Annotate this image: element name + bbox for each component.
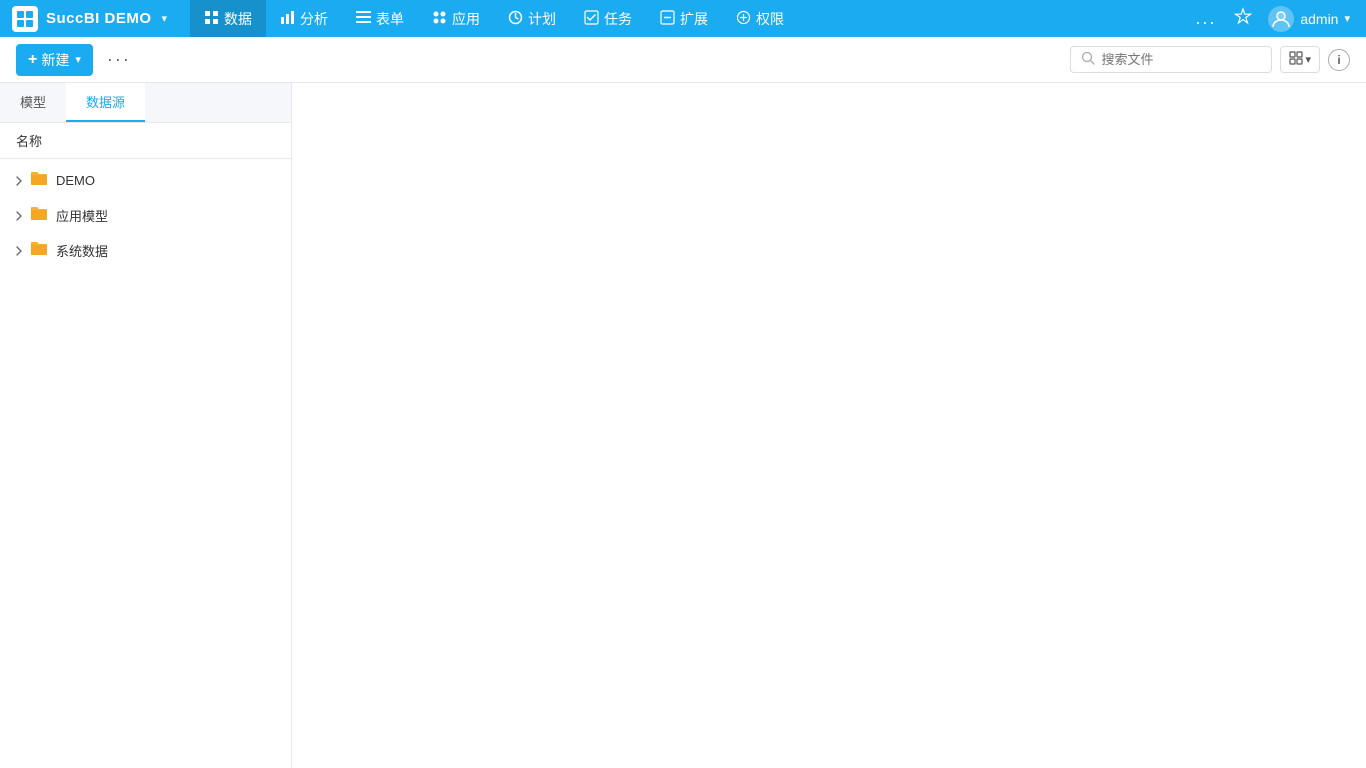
folder-icon-sysdata [30,240,48,261]
app-nav-icon [432,10,447,28]
app-title: SuccBI DEMO [46,10,152,27]
new-label: 新建 [41,50,69,70]
nav-item-app[interactable]: 应用 [418,0,494,37]
toolbar-more-button[interactable]: ··· [101,45,137,74]
nav-item-plan[interactable]: 计划 [494,0,570,37]
new-chevron-icon: ▾ [75,53,81,66]
nav-item-form[interactable]: 表单 [342,0,418,37]
logo-icon [12,6,38,32]
col-header-label: 名称 [16,134,42,149]
new-plus-icon: + [28,51,37,69]
nav-item-task[interactable]: 任务 [570,0,646,37]
tab-model[interactable]: 模型 [0,83,66,122]
sidebar: 模型 数据源 名称 DEMO [0,83,292,768]
tree-item-sysdata[interactable]: 系统数据 [0,233,291,268]
task-nav-icon [584,10,599,28]
tree-label-demo: DEMO [56,173,95,188]
nav-label-form: 表单 [376,9,404,29]
col-header: 名称 [0,123,291,159]
nav-user-area[interactable]: admin ▾ [1262,6,1356,32]
nav-label-expand: 扩展 [680,9,708,29]
rights-nav-icon [736,10,751,28]
info-button[interactable]: i [1328,49,1350,71]
view-toggle-button[interactable]: ▾ [1280,46,1320,73]
expand-nav-icon [660,10,675,28]
nav-item-expand[interactable]: 扩展 [646,0,722,37]
search-area [1070,46,1272,73]
logo-area[interactable]: SuccBI DEMO ▾ [0,0,190,37]
top-nav: SuccBI DEMO ▾ 数据 分析 表单 [0,0,1366,37]
user-chevron-icon: ▾ [1344,12,1350,25]
view-chevron-icon: ▾ [1305,53,1311,66]
chevron-right-icon-demo [12,176,26,186]
logo-chevron-icon: ▾ [162,12,168,25]
plan-nav-icon [508,10,523,28]
view-grid-icon [1289,51,1303,68]
nav-item-analysis[interactable]: 分析 [266,0,342,37]
form-nav-icon [356,11,371,27]
nav-label-app: 应用 [452,9,480,29]
nav-star-button[interactable] [1230,7,1256,30]
tab-model-label: 模型 [20,95,46,110]
nav-items: 数据 分析 表单 应用 计划 [190,0,1187,37]
toolbar: + 新建 ▾ ··· ▾ i [0,37,1366,83]
tab-datasource-label: 数据源 [86,95,125,110]
nav-label-data: 数据 [224,9,252,29]
nav-item-rights[interactable]: 权限 [722,0,798,37]
main-panel [292,83,1366,768]
tree-item-appmodel[interactable]: 应用模型 [0,198,291,233]
nav-label-analysis: 分析 [300,9,328,29]
nav-label-task: 任务 [604,9,632,29]
tree-list: DEMO 应用模型 系统数据 [0,159,291,272]
chevron-right-icon-appmodel [12,211,26,221]
sidebar-tabs: 模型 数据源 [0,83,291,123]
user-avatar-icon [1268,6,1294,32]
folder-icon-demo [30,170,48,191]
nav-label-rights: 权限 [756,9,784,29]
tree-label-sysdata: 系统数据 [56,241,108,260]
chevron-right-icon-sysdata [12,246,26,256]
user-name-label: admin [1300,11,1338,27]
search-icon [1081,51,1095,68]
nav-label-plan: 计划 [528,9,556,29]
nav-right: ... admin ▾ [1187,0,1366,37]
search-input[interactable] [1101,52,1261,67]
folder-icon-appmodel [30,205,48,226]
analysis-nav-icon [280,10,295,28]
nav-item-data[interactable]: 数据 [190,0,266,37]
tree-label-appmodel: 应用模型 [56,206,108,225]
nav-more-button[interactable]: ... [1187,8,1224,29]
tab-datasource[interactable]: 数据源 [66,83,145,122]
tree-item-demo[interactable]: DEMO [0,163,291,198]
new-button[interactable]: + 新建 ▾ [16,44,93,76]
data-nav-icon [204,10,219,28]
content-area: 模型 数据源 名称 DEMO [0,83,1366,768]
